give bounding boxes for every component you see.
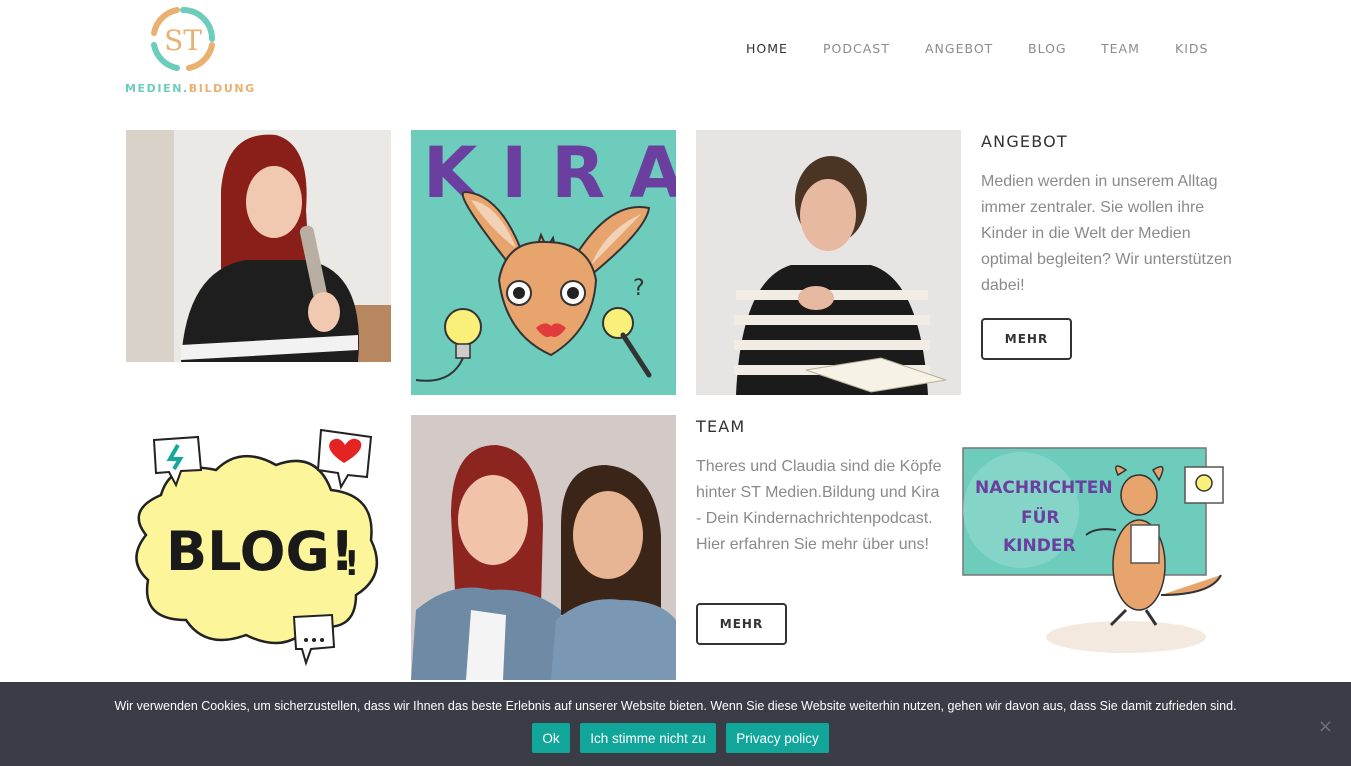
kira-kangaroo-icon: ? — [415, 191, 652, 382]
team-photo-tile[interactable] — [411, 415, 676, 680]
close-icon[interactable]: × — [1318, 716, 1333, 737]
nav-home[interactable]: HOME — [746, 41, 788, 56]
logo-ring-icon: ST — [151, 7, 215, 71]
angebot-heading: ANGEBOT — [981, 132, 1068, 151]
woman-with-microphone-image — [126, 130, 391, 362]
kids-title-line1: NACHRICHTEN — [975, 478, 1113, 498]
kids-news-tile[interactable]: NACHRICHTEN FÜR KINDER — [961, 415, 1226, 680]
team-text: Theres und Claudia sind die Köpfe hinter… — [696, 458, 942, 553]
angebot-more-button[interactable]: MEHR — [981, 318, 1072, 360]
blog-exclamation: ! — [344, 544, 360, 584]
blog-word: BLOG! — [166, 520, 355, 583]
blog-tile[interactable]: BLOG! ! — [126, 415, 391, 680]
svg-text:?: ? — [633, 276, 645, 301]
angebot-photo-tile[interactable] — [696, 130, 961, 395]
cookie-banner: Wir verwenden Cookies, um sicherzustelle… — [0, 682, 1351, 766]
cookie-message: Wir verwenden Cookies, um sicherzustelle… — [114, 699, 1237, 713]
logo-word-1: MEDIEN. — [125, 82, 189, 95]
kids-news-board-icon: NACHRICHTEN FÜR KINDER — [962, 447, 1224, 653]
logo-wordmark: MEDIEN.BILDUNG — [125, 82, 256, 95]
cookie-ok-button[interactable]: Ok — [532, 723, 570, 753]
kira-podcast-tile[interactable]: KIRA ? — [411, 130, 676, 395]
angebot-text: Medien werden in unserem Alltag immer ze… — [981, 173, 1232, 294]
nav-kids[interactable]: KIDS — [1175, 41, 1208, 56]
blog-speech-cloud-icon: BLOG! ! — [135, 428, 379, 667]
nav-blog[interactable]: BLOG — [1028, 41, 1067, 56]
kids-title-line3: KINDER — [1003, 536, 1076, 556]
speaker-woman-image — [696, 130, 961, 395]
nav-podcast[interactable]: PODCAST — [823, 41, 890, 56]
logo-word-2: BILDUNG — [188, 82, 256, 95]
nav-team[interactable]: TEAM — [1101, 41, 1140, 56]
cookie-decline-button[interactable]: Ich stimme nicht zu — [580, 723, 716, 753]
team-heading: TEAM — [696, 417, 746, 436]
team-more-button[interactable]: MEHR — [696, 603, 787, 645]
podcast-photo-tile[interactable] — [126, 130, 391, 362]
kids-title-line2: FÜR — [1021, 506, 1060, 528]
cookie-privacy-button[interactable]: Privacy policy — [726, 723, 829, 753]
team-photo-image — [411, 415, 676, 680]
main-nav: HOME PODCAST ANGEBOT BLOG TEAM KIDS — [0, 41, 1351, 61]
nav-angebot[interactable]: ANGEBOT — [925, 41, 993, 56]
